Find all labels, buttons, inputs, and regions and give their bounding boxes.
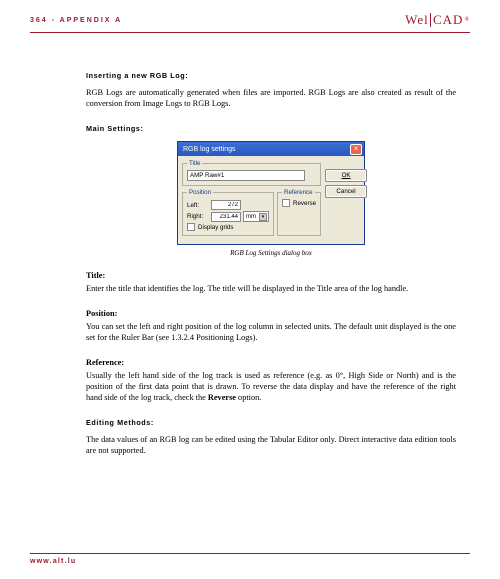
rgb-settings-dialog: RGB log settings × Title Position Left: <box>177 141 365 245</box>
title-input[interactable] <box>187 170 305 181</box>
reference-text-c: option. <box>236 393 261 402</box>
reference-text-a: Usually the left hand side of the log tr… <box>86 371 456 402</box>
editing-paragraph: The data values of an RGB log can be edi… <box>86 435 456 457</box>
insert-paragraph: RGB Logs are automatically generated whe… <box>86 88 456 110</box>
left-input[interactable] <box>211 200 241 210</box>
title-paragraph: Enter the title that identifies the log.… <box>86 284 456 295</box>
position-group-label: Position <box>187 189 213 196</box>
position-heading: Position: <box>86 309 456 318</box>
reverse-checkbox[interactable]: Reverse <box>282 199 316 207</box>
editing-methods-title: Editing Methods: <box>86 418 456 427</box>
section-inserting-title: Inserting a new RGB Log: <box>86 71 456 80</box>
title-group-label: Title <box>187 160 202 167</box>
position-paragraph: You can set the left and right position … <box>86 322 456 344</box>
close-icon[interactable]: × <box>350 144 362 155</box>
reference-paragraph: Usually the left hand side of the log tr… <box>86 371 456 404</box>
reference-group-label: Reference <box>282 189 315 196</box>
position-group: Position Left: Right: mm ▾ <box>182 189 274 236</box>
checkbox-icon <box>282 199 290 207</box>
chevron-down-icon: ▾ <box>259 213 267 221</box>
brand-left: Wel <box>405 12 429 28</box>
cancel-button[interactable]: Cancel <box>325 185 367 198</box>
reference-group: Reference Reverse <box>277 189 321 236</box>
dialog-title: RGB log settings <box>183 146 236 153</box>
unit-select[interactable]: mm ▾ <box>243 211 269 222</box>
display-grids-label: Display grids <box>198 224 233 231</box>
brand-separator-icon <box>430 13 431 27</box>
footer-rule <box>30 553 470 554</box>
unit-value: mm <box>246 214 256 220</box>
display-grids-checkbox[interactable]: Display grids <box>187 223 269 231</box>
page-number-header: 364 - APPENDIX A <box>30 17 122 24</box>
brand-right: CAD <box>433 12 463 28</box>
title-heading: Title: <box>86 271 456 280</box>
reference-heading: Reference: <box>86 358 456 367</box>
footer-url: www.alt.lu <box>30 558 470 565</box>
dialog-titlebar: RGB log settings × <box>178 142 364 156</box>
right-input[interactable] <box>211 212 241 222</box>
reverse-label: Reverse <box>293 200 316 207</box>
left-label: Left: <box>187 202 209 209</box>
ok-button[interactable]: OK <box>325 169 367 182</box>
brand-logo: Wel CAD ® <box>405 12 470 28</box>
title-group: Title <box>182 160 321 186</box>
dialog-caption: RGB Log Settings dialog box <box>230 249 312 257</box>
brand-trademark: ® <box>464 17 470 23</box>
right-label: Right: <box>187 213 209 220</box>
section-main-settings-title: Main Settings: <box>86 124 456 133</box>
ok-button-label: OK <box>342 172 351 179</box>
checkbox-icon <box>187 223 195 231</box>
reference-bold: Reverse <box>208 393 236 402</box>
